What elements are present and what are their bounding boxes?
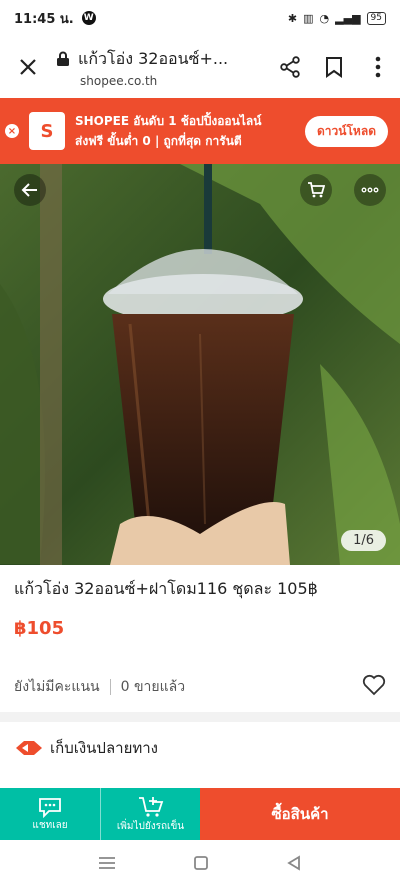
battery-icon: 95	[366, 11, 386, 25]
divider	[109, 679, 111, 695]
cod-row: เก็บเงินปลายทาง	[14, 736, 158, 760]
image-counter: 1/6	[341, 530, 386, 551]
product-price: ฿105	[14, 618, 65, 639]
more-menu-button[interactable]	[356, 56, 400, 78]
status-time: 11:45 น.	[14, 11, 74, 27]
section-divider	[0, 712, 400, 722]
back-button[interactable]	[14, 174, 46, 206]
url-title-box[interactable]: แก้วโอ่ง 32ออนซ์+... shopee.co.th	[56, 47, 268, 88]
add-to-cart-label: เพิ่มไปยังรถเข็น	[116, 820, 185, 832]
cash-on-delivery-icon	[16, 741, 42, 755]
bluetooth-icon: ✱	[287, 11, 298, 25]
shopee-logo: S	[29, 112, 65, 150]
add-to-cart-icon	[138, 796, 163, 817]
arrow-left-icon	[21, 183, 37, 197]
menu-icon	[99, 857, 116, 869]
close-tab-button[interactable]	[0, 57, 56, 77]
rating-text: ยังไม่มีคะแนน	[14, 679, 100, 695]
back-triangle-icon	[286, 854, 300, 871]
more-options-button[interactable]	[354, 174, 386, 206]
add-to-cart-button[interactable]: เพิ่มไปยังรถเข็น	[100, 788, 200, 840]
banner-line-1: SHOPEE อันดับ 1 ช้อปปิ้งออนไลน์	[75, 114, 262, 128]
banner-text: SHOPEE อันดับ 1 ช้อปปิ้งออนไลน์ ส่งฟรี ข…	[75, 111, 261, 151]
wifi-icon: ◔	[319, 11, 330, 25]
page-title: แก้วโอ่ง 32ออนซ์+...	[78, 48, 229, 68]
home-button[interactable]	[193, 855, 209, 875]
share-button[interactable]	[268, 56, 312, 78]
heart-icon	[362, 674, 386, 696]
close-icon	[20, 59, 36, 75]
product-title: แก้วโอ่ง 32ออนซ์+ฝาโดม116 ชุดละ 105฿	[14, 579, 318, 598]
more-vertical-icon	[375, 56, 381, 78]
home-square-icon	[194, 855, 208, 870]
status-bar: 11:45 น. W ✱ ▥ ◔ ▂▄▆ 95	[0, 0, 400, 36]
chat-label: แชทเลย	[32, 819, 68, 831]
close-banner-icon[interactable]: ×	[5, 124, 19, 138]
signal-icon: ▂▄▆	[335, 11, 361, 25]
recent-apps-button[interactable]	[98, 855, 116, 874]
buy-now-button[interactable]: ซื้อสินค้า	[200, 788, 400, 840]
status-indicators: ✱ ▥ ◔ ▂▄▆ 95	[287, 11, 386, 25]
chat-icon	[39, 797, 61, 818]
rating-row: ยังไม่มีคะแนน 0 ขายแล้ว	[14, 674, 386, 700]
system-nav-bar	[0, 840, 400, 889]
product-image	[0, 164, 400, 565]
app-promo-banner: × S SHOPEE อันดับ 1 ช้อปปิ้งออนไลน์ ส่งฟ…	[0, 98, 400, 164]
share-icon	[280, 56, 300, 78]
like-button[interactable]	[362, 674, 386, 700]
lock-icon	[57, 51, 69, 66]
bookmark-icon	[326, 57, 342, 78]
sold-count: 0 ขายแล้ว	[120, 679, 186, 695]
back-nav-button[interactable]	[286, 854, 302, 875]
bottom-action-bar: แชทเลย เพิ่มไปยังรถเข็น ซื้อสินค้า	[0, 788, 400, 840]
bookmark-button[interactable]	[312, 56, 356, 78]
cart-icon	[308, 182, 325, 198]
product-image-carousel[interactable]: 1/6	[0, 164, 400, 565]
download-app-button[interactable]: ดาวน์โหลด	[305, 115, 388, 147]
app-notification-icon: W	[81, 11, 96, 25]
more-horizontal-icon	[361, 187, 379, 193]
page-domain: shopee.co.th	[80, 73, 158, 88]
vibrate-icon: ▥	[303, 11, 314, 25]
chat-button[interactable]: แชทเลย	[0, 788, 100, 840]
cod-label: เก็บเงินปลายทาง	[50, 739, 158, 757]
browser-url-bar: แก้วโอ่ง 32ออนซ์+... shopee.co.th	[0, 36, 400, 98]
cart-button[interactable]	[300, 174, 332, 206]
banner-line-2: ส่งฟรี ขั้นต่ำ 0 | ถูกที่สุด การันตี	[75, 134, 242, 148]
